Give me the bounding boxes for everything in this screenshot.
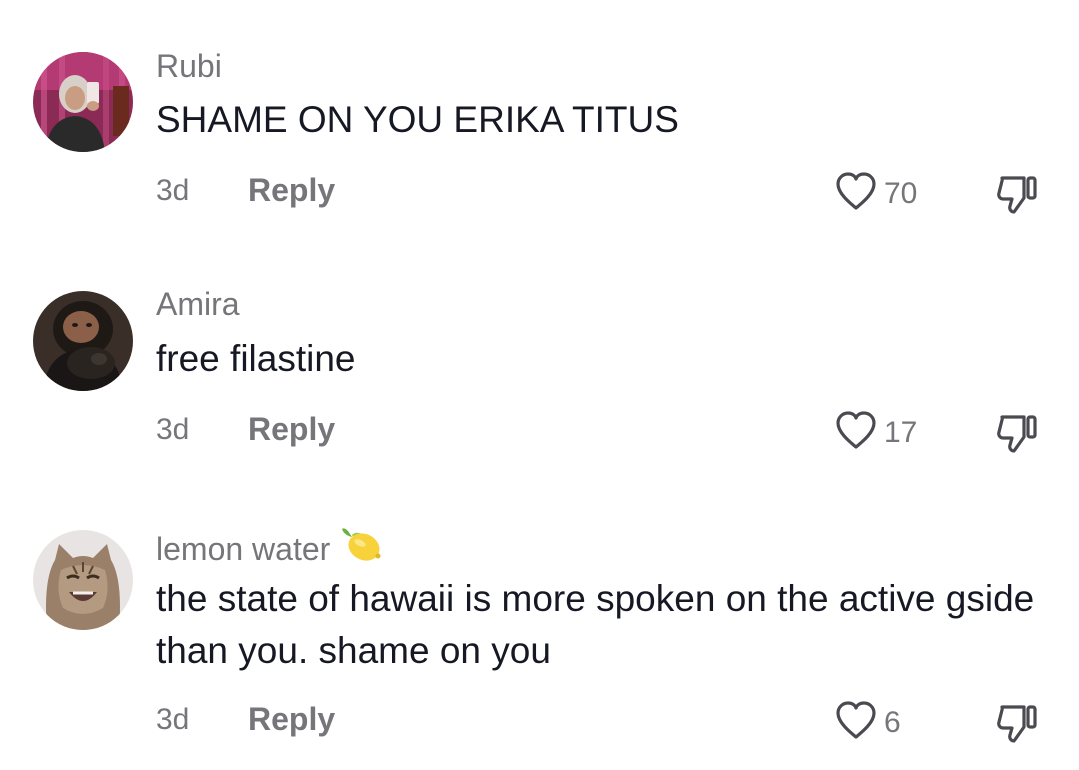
reply-button[interactable]: Reply xyxy=(248,172,335,209)
comment-username[interactable]: Rubi xyxy=(156,48,222,85)
like-button[interactable]: 70 xyxy=(834,170,917,217)
dislike-button[interactable] xyxy=(994,701,1040,752)
thumbs-down-icon xyxy=(994,176,1040,222)
heart-outline-icon xyxy=(834,409,878,456)
comment-timestamp: 3d xyxy=(156,413,190,446)
heart-outline-icon xyxy=(834,699,878,746)
comment-text: SHAME ON YOU ERIKA TITUS xyxy=(156,99,679,140)
comment-item: lemon water the state of hawaii is more … xyxy=(0,480,1079,770)
lemon-icon xyxy=(340,525,384,573)
comment-text: free filastine xyxy=(156,338,356,379)
like-count: 70 xyxy=(884,176,918,210)
like-button[interactable]: 6 xyxy=(834,699,901,746)
dislike-button[interactable] xyxy=(994,411,1040,462)
avatar[interactable] xyxy=(33,52,133,152)
comment-username[interactable]: Amira xyxy=(156,286,240,323)
reply-button[interactable]: Reply xyxy=(248,411,335,448)
comment-item: Rubi SHAME ON YOU ERIKA TITUS 3d Reply 7… xyxy=(0,0,1079,240)
comment-timestamp: 3d xyxy=(156,703,190,736)
like-count: 17 xyxy=(884,415,918,449)
comment-timestamp: 3d xyxy=(156,174,190,207)
dislike-button[interactable] xyxy=(994,172,1040,223)
comment-item: Amira free filastine 3d Reply 17 xyxy=(0,240,1079,480)
avatar[interactable] xyxy=(33,291,133,391)
comment-text: the state of hawaii is more spoken on th… xyxy=(156,578,1035,671)
avatar[interactable] xyxy=(33,530,133,630)
comment-username[interactable]: lemon water xyxy=(156,525,384,573)
heart-outline-icon xyxy=(834,170,878,217)
like-button[interactable]: 17 xyxy=(834,409,917,456)
thumbs-down-icon xyxy=(994,415,1040,461)
thumbs-down-icon xyxy=(994,705,1040,751)
reply-button[interactable]: Reply xyxy=(248,701,335,738)
like-count: 6 xyxy=(884,705,901,739)
